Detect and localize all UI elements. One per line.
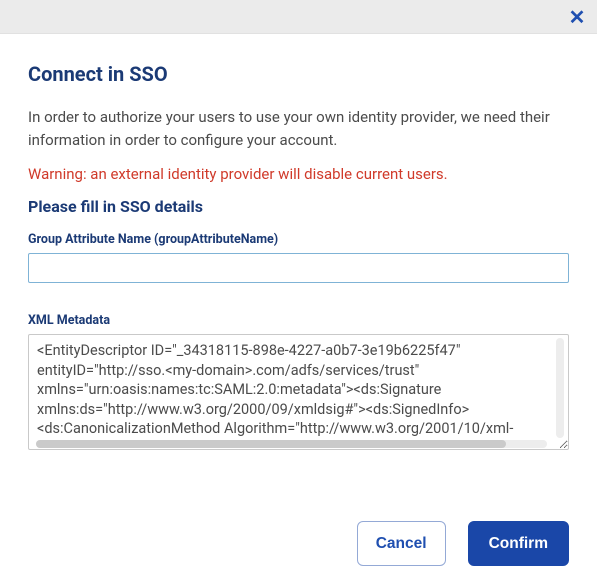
scrollbar-vertical[interactable] xyxy=(556,338,564,438)
scrollbar-horizontal[interactable] xyxy=(36,440,547,448)
close-icon[interactable]: ✕ xyxy=(565,5,589,29)
sso-connect-dialog: ✕ Connect in SSO In order to authorize y… xyxy=(0,0,597,584)
group-attribute-input[interactable] xyxy=(28,253,569,283)
group-attribute-label: Group Attribute Name (groupAttributeName… xyxy=(28,232,569,247)
cancel-button[interactable]: Cancel xyxy=(357,521,446,567)
dialog-warning: Warning: an external identity provider w… xyxy=(28,165,569,183)
xml-metadata-label: XML Metadata xyxy=(28,313,569,328)
dialog-topbar: ✕ xyxy=(0,0,597,34)
dialog-description: In order to authorize your users to use … xyxy=(28,106,569,151)
dialog-content: Connect in SSO In order to authorize you… xyxy=(0,34,597,454)
confirm-button[interactable]: Confirm xyxy=(468,521,569,567)
scrollbar-thumb[interactable] xyxy=(36,440,506,448)
dialog-title: Connect in SSO xyxy=(28,62,569,86)
xml-metadata-wrap xyxy=(28,334,569,454)
dialog-footer: Cancel Confirm xyxy=(357,521,569,567)
dialog-subheader: Please fill in SSO details xyxy=(28,197,569,216)
xml-metadata-textarea[interactable] xyxy=(28,334,569,450)
